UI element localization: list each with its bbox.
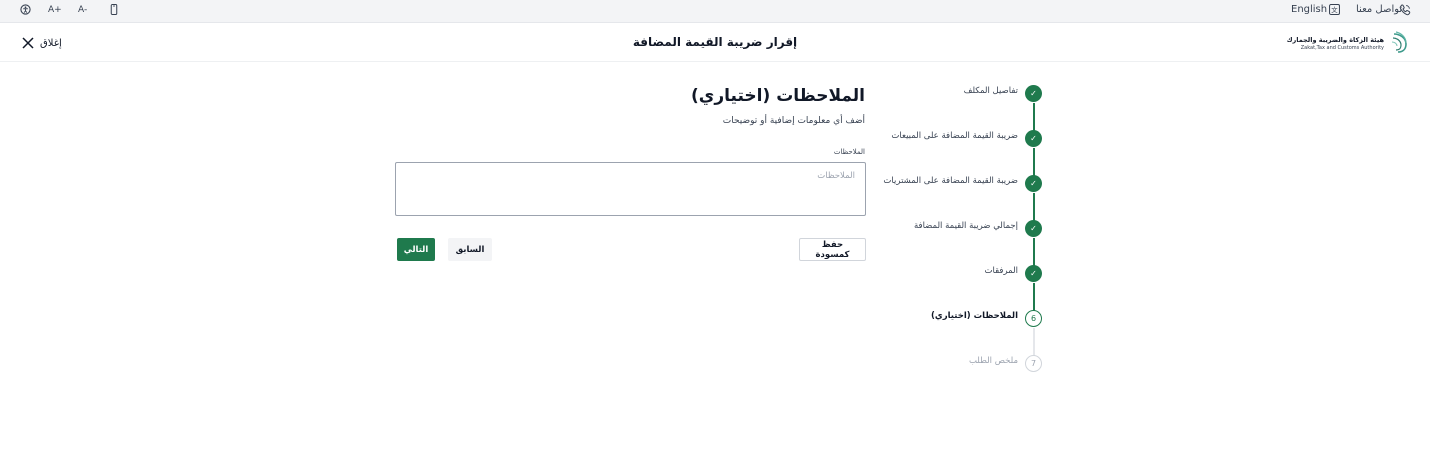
translate-icon[interactable]: 文	[1329, 4, 1340, 15]
step-summary: 7 ملخص الطلب	[880, 355, 1050, 375]
zatca-logo: هيئة الزكاة والضريبة والجمارك Zakat,Tax …	[1287, 30, 1410, 58]
step-label: المرفقات	[984, 266, 1018, 276]
font-decrease-button[interactable]: A-	[78, 3, 87, 17]
check-icon: ✓	[1025, 265, 1042, 282]
step-attachments[interactable]: ✓ المرفقات	[880, 265, 1050, 285]
page-title: إقرار ضريبة القيمة المضافة	[632, 35, 798, 49]
step-label: ملخص الطلب	[968, 356, 1018, 366]
step-total-vat[interactable]: ✓ إجمالي ضريبة القيمة المضافة	[880, 220, 1050, 240]
phone-icon[interactable]	[1399, 4, 1411, 16]
top-utility-bar: A+ A- English 文 تواصل معنا	[0, 0, 1430, 23]
check-icon: ✓	[1025, 85, 1042, 102]
notes-textarea[interactable]	[395, 162, 866, 216]
logo-arabic-text: هيئة الزكاة والضريبة والجمارك	[1286, 36, 1384, 44]
step-connector	[1033, 148, 1035, 176]
contact-us-link[interactable]: تواصل معنا	[1356, 3, 1402, 17]
step-sales-vat[interactable]: ✓ ضريبة القيمة المضافة على المبيعات	[880, 130, 1050, 150]
step-connector	[1033, 193, 1035, 221]
logo-emblem-icon	[1390, 30, 1410, 58]
step-connector	[1033, 238, 1035, 266]
notes-field-label: الملاحظات	[833, 148, 865, 156]
section-title: الملاحظات (اختياري)	[691, 86, 865, 106]
step-connector	[1033, 103, 1035, 131]
step-label: ضريبة القيمة المضافة على المبيعات	[891, 131, 1018, 141]
step-label: تفاصيل المكلف	[963, 86, 1018, 96]
previous-button[interactable]: السابق	[448, 238, 492, 261]
accessibility-icon[interactable]	[20, 4, 31, 15]
language-switch-link[interactable]: English	[1291, 3, 1327, 17]
check-icon: ✓	[1025, 175, 1042, 192]
section-subtitle: أضف أي معلومات إضافية أو توضيحات	[722, 116, 865, 126]
font-increase-button[interactable]: A+	[48, 3, 62, 17]
check-icon: ✓	[1025, 220, 1042, 237]
page-header: إغلاق إقرار ضريبة القيمة المضافة هيئة ال…	[0, 23, 1430, 62]
step-connector	[1033, 283, 1035, 311]
logo-english-text: Zakat,Tax and Customs Authority	[1300, 45, 1384, 51]
step-number: 6	[1025, 310, 1042, 327]
step-label: ضريبة القيمة المضافة على المشتريات	[883, 176, 1018, 186]
step-taxpayer-details[interactable]: ✓ تفاصيل المكلف	[880, 85, 1050, 105]
mobile-icon[interactable]	[110, 4, 118, 15]
step-notes[interactable]: 6 الملاحظات (اختياري)	[880, 310, 1050, 330]
progress-stepper: ✓ تفاصيل المكلف ✓ ضريبة القيمة المضافة ع…	[880, 80, 1050, 380]
step-number: 7	[1025, 355, 1042, 372]
check-icon: ✓	[1025, 130, 1042, 147]
step-connector	[1033, 328, 1035, 356]
save-draft-button[interactable]: حفظ كمسودة	[799, 238, 866, 261]
next-button[interactable]: التالي	[397, 238, 435, 261]
svg-text:文: 文	[1331, 5, 1338, 14]
step-label: إجمالي ضريبة القيمة المضافة	[913, 221, 1018, 231]
step-label: الملاحظات (اختياري)	[931, 311, 1018, 321]
step-purchases-vat[interactable]: ✓ ضريبة القيمة المضافة على المشتريات	[880, 175, 1050, 195]
